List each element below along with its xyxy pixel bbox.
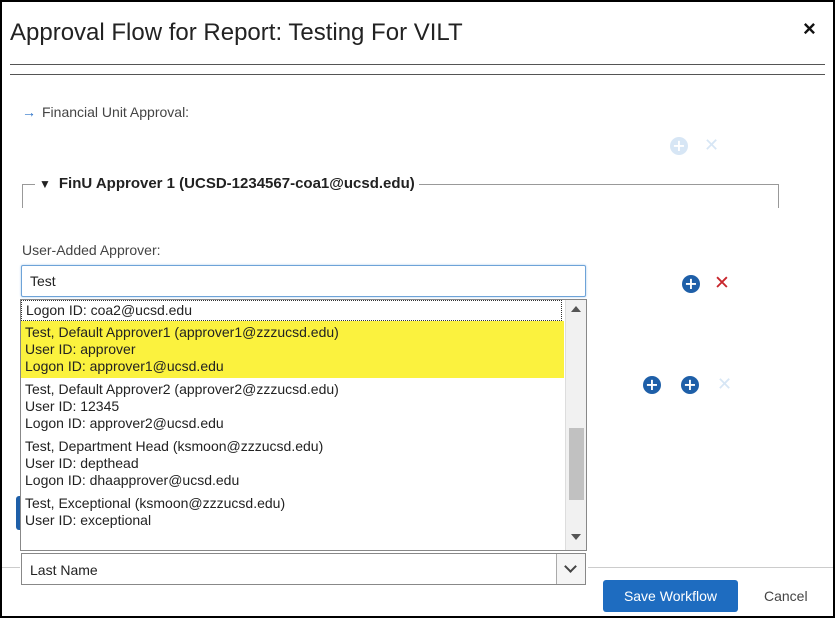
step-actions-disabled: + ✕ bbox=[670, 137, 719, 156]
user-added-approver-label: User-Added Approver: bbox=[22, 242, 161, 258]
suggestion-item[interactable]: Test, Default Approver1 (approver1@zzzuc… bbox=[21, 321, 564, 378]
suggestion-item[interactable]: Test, Department Head (ksmoon@zzzucsd.ed… bbox=[21, 435, 564, 492]
approver-step-title: FinU Approver 1 (UCSD-1234567-coa1@ucsd.… bbox=[58, 175, 415, 192]
collapse-triangle-icon: ▼ bbox=[39, 177, 51, 191]
approver-suggestion-list[interactable]: Logon ID: coa2@ucsd.edu Test, Default App… bbox=[20, 299, 587, 551]
scroll-up-arrow-icon[interactable] bbox=[571, 306, 581, 312]
suggestion-item-line: User ID: exceptional bbox=[25, 512, 152, 528]
suggestion-item-line-primary: Test, Default Approver2 (approver2@zzzuc… bbox=[25, 381, 339, 397]
suggestion-item-line: User ID: approver bbox=[25, 341, 136, 357]
add-circle-icon: + bbox=[670, 137, 688, 155]
save-workflow-button[interactable]: Save Workflow bbox=[603, 580, 738, 612]
header-divider bbox=[10, 64, 825, 65]
suggestion-item-line: Logon ID: approver2@ucsd.edu bbox=[25, 415, 224, 431]
scroll-thumb[interactable] bbox=[569, 428, 584, 500]
close-icon[interactable]: × bbox=[803, 18, 816, 40]
financial-unit-label: → Financial Unit Approval: bbox=[22, 104, 189, 120]
suggestion-item[interactable]: Logon ID: coa2@ucsd.edu bbox=[21, 300, 562, 321]
chevron-down-icon bbox=[564, 560, 577, 573]
suggestion-item-line: Logon ID: approver1@ucsd.edu bbox=[25, 358, 224, 374]
step-row-actions: + + ✕ bbox=[643, 376, 732, 395]
approver-step-toggle[interactable]: ▼ FinU Approver 1 (UCSD-1234567-coa1@ucsd… bbox=[35, 175, 419, 192]
remove-icon: ✕ bbox=[704, 135, 720, 156]
header-divider-2 bbox=[10, 74, 825, 75]
scroll-down-arrow-icon[interactable] bbox=[571, 534, 581, 540]
remove-approver-icon[interactable]: ✕ bbox=[714, 274, 730, 293]
add-approver-icon[interactable]: + bbox=[682, 275, 700, 293]
dialog-title: Approval Flow for Report: Testing For VI… bbox=[10, 19, 463, 46]
remove-step-icon: ✕ bbox=[717, 374, 733, 395]
suggestion-item[interactable]: Test, Exceptional (ksmoon@zzzucsd.edu) Us… bbox=[21, 492, 564, 532]
suggestion-item-line: User ID: depthead bbox=[25, 455, 139, 471]
search-by-value: Last Name bbox=[30, 562, 98, 578]
search-by-dropdown-button[interactable] bbox=[556, 554, 585, 584]
financial-unit-text: Financial Unit Approval: bbox=[42, 104, 190, 120]
add-step-after-icon[interactable]: + bbox=[681, 376, 699, 394]
suggestion-items: Logon ID: coa2@ucsd.edu Test, Default App… bbox=[21, 300, 564, 550]
footer-divider-right bbox=[588, 567, 833, 568]
footer-divider-left bbox=[2, 567, 20, 568]
add-step-before-icon[interactable]: + bbox=[643, 376, 661, 394]
suggestion-item[interactable]: Test, Default Approver2 (approver2@zzzuc… bbox=[21, 378, 564, 435]
suggestion-item-line-primary: Logon ID: coa2@ucsd.edu bbox=[26, 302, 192, 318]
cancel-link[interactable]: Cancel bbox=[764, 588, 808, 604]
suggestion-item-line: Logon ID: dhaapprover@ucsd.edu bbox=[25, 472, 240, 488]
arrow-right-icon: → bbox=[22, 104, 36, 120]
suggestion-item-line-primary: Test, Exceptional (ksmoon@zzzucsd.edu) bbox=[25, 495, 286, 511]
user-added-approver-input[interactable] bbox=[21, 265, 586, 297]
suggestion-scrollbar[interactable] bbox=[565, 300, 586, 550]
suggestion-item-line-primary: Test, Default Approver1 (approver1@zzzuc… bbox=[25, 324, 339, 340]
search-by-select[interactable]: Last Name bbox=[21, 553, 586, 585]
approver-row-actions: + ✕ bbox=[682, 274, 730, 294]
approval-flow-dialog: Approval Flow for Report: Testing For VI… bbox=[0, 0, 835, 618]
suggestion-item-line-primary: Test, Department Head (ksmoon@zzzucsd.ed… bbox=[25, 438, 324, 454]
suggestion-item-line: User ID: 12345 bbox=[25, 398, 120, 414]
